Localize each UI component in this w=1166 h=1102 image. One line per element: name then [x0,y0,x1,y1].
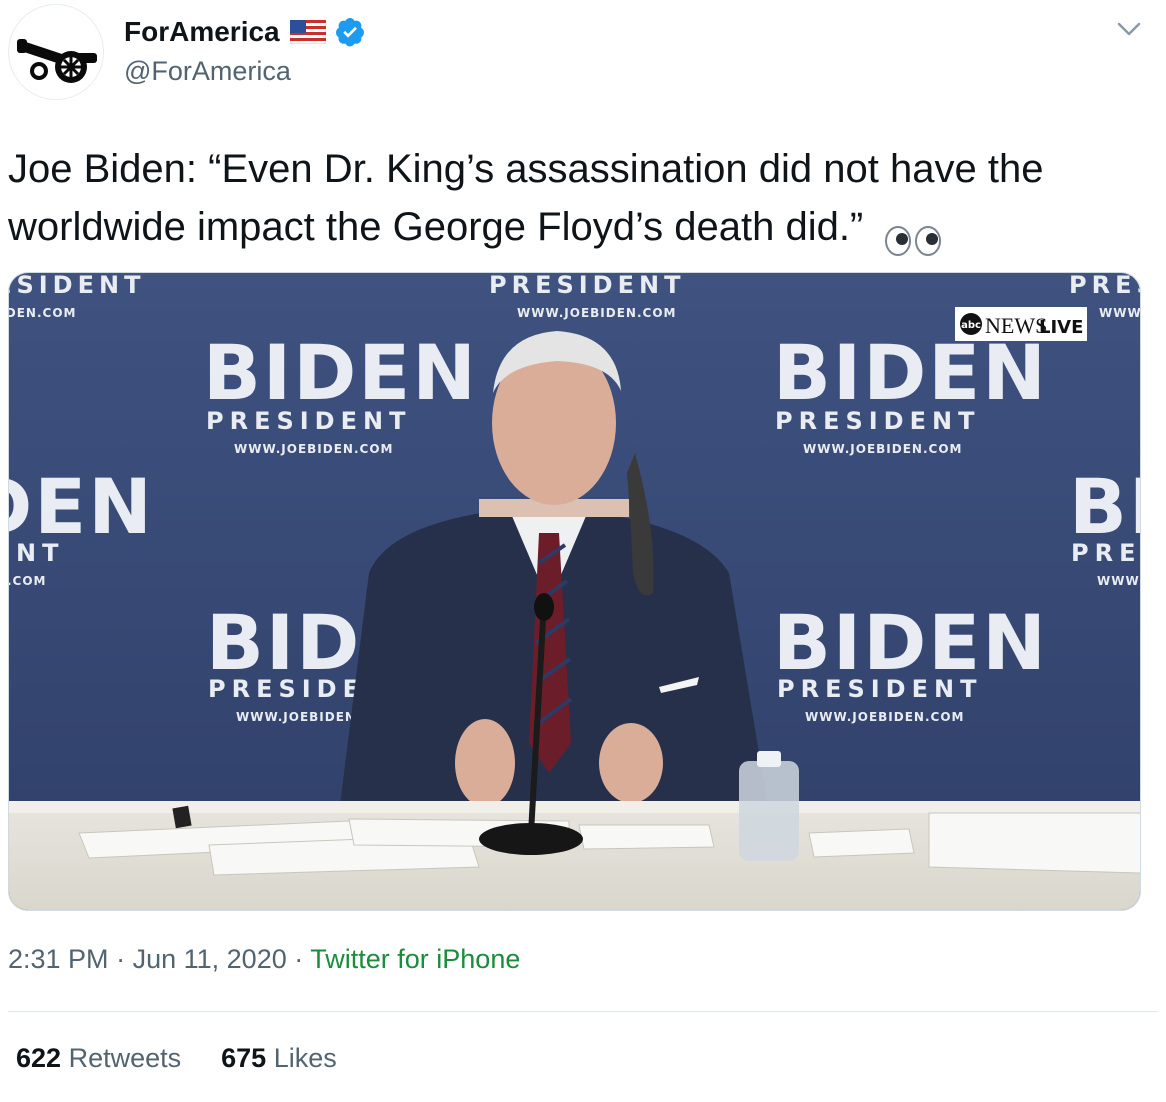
us-flag-emoji-icon [289,19,327,45]
backdrop-president-text: PRESIDENT [9,539,64,567]
chevron-down-icon[interactable] [1116,16,1142,42]
likes-label: Likes [273,1043,337,1073]
divider [8,1011,1158,1012]
backdrop-biden-text: BIDEN [773,328,1048,417]
retweets-count: 622 [16,1043,62,1073]
backdrop-president-text: PRESIDENT [775,407,980,435]
retweets-stat[interactable]: 622 Retweets [16,1043,181,1074]
backdrop-president-text: PRESIDENT [777,675,982,703]
tweet-date[interactable]: Jun 11, 2020 [133,944,287,974]
backdrop-url-text: WWW.JOEBIDEN.COM [1097,574,1141,588]
backdrop-url-text: WWW.JOEBIDEN.COM [803,442,962,456]
backdrop-president-text: PRESIDENT [1071,539,1141,567]
display-name[interactable]: ForAmerica [124,16,280,48]
live-label: LIVE [1039,317,1083,338]
backdrop-biden-text: BIDEN [9,462,154,551]
tweet-meta: 2:31 PM · Jun 11, 2020 · Twitter for iPh… [8,944,520,975]
tweet-source[interactable]: Twitter for iPhone [310,944,520,974]
abc-news-live-bug: abc NEWS LIVE [955,307,1087,341]
backdrop-url-text: WWW.JOEBIDEN.COM [517,306,676,320]
tweet-text: Joe Biden: “Even Dr. King’s assassinatio… [8,140,1138,257]
meta-separator: · [116,944,126,974]
author-name-row: ForAmerica [124,16,366,48]
backdrop-url-text: WWW.JOEBIDEN.COM [1099,306,1141,320]
avatar[interactable] [8,4,104,100]
cannon-logo-icon [10,6,103,99]
likes-stat[interactable]: 675 Likes [221,1043,337,1074]
backdrop-url-text: WWW.JOEBIDEN.COM [805,710,964,724]
backdrop-president-text: PRESIDENT [489,273,685,299]
eyes-emoji-icon [884,214,942,257]
retweets-label: Retweets [68,1043,182,1073]
backdrop-president-text: PRESIDENT [206,407,411,435]
engagement-stats: 622 Retweets 675 Likes [16,1043,337,1074]
meta-separator: · [294,944,304,974]
abc-logo-text: abc [961,320,981,331]
backdrop-president-text: PRESIDENT [1069,273,1141,299]
news-label: NEWS [985,313,1047,338]
backdrop-biden-text: BIDEN [773,598,1048,687]
backdrop-url-text: WWW.JOEBIDEN.COM [234,442,393,456]
tweet-time[interactable]: 2:31 PM [8,944,109,974]
backdrop-url-text: WWW.JOEBIDEN.COM [9,574,46,588]
backdrop-url-text: WWW.JOEBIDEN.COM [9,306,76,320]
backdrop-biden-text: BIDEN [203,328,478,417]
likes-count: 675 [221,1043,267,1073]
backdrop-biden-text: BIDEN [1069,462,1141,551]
tweet-media-video[interactable]: PRESIDENT WWW.JOEBIDEN.COM BIDEN PRESIDE… [8,272,1141,911]
video-frame: PRESIDENT WWW.JOEBIDEN.COM BIDEN PRESIDE… [9,273,1141,910]
verified-badge-icon [334,16,366,48]
backdrop-president-text: PRESIDENT [9,273,145,299]
author-handle[interactable]: @ForAmerica [124,56,291,87]
